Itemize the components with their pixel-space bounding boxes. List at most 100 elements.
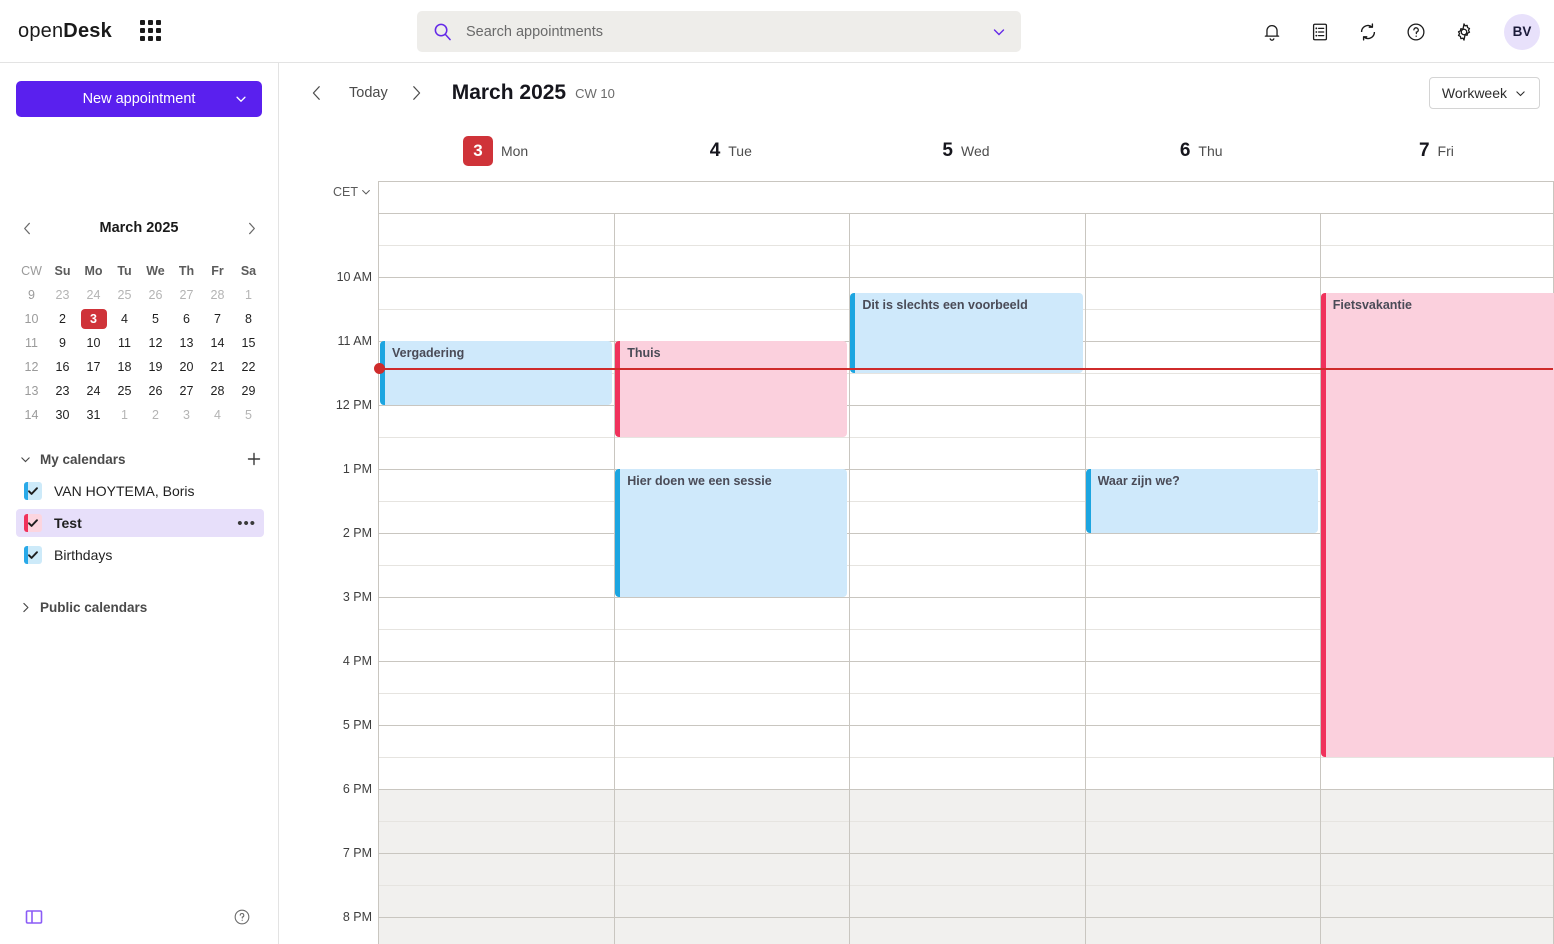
- day-header-thu[interactable]: 6 Thu: [1084, 123, 1319, 179]
- mini-calendar-day[interactable]: 16: [47, 355, 78, 379]
- toggle-sidebar-icon[interactable]: [24, 907, 44, 927]
- help-circle-icon[interactable]: [233, 908, 251, 926]
- mini-calendar-day[interactable]: 24: [78, 283, 109, 307]
- calendar-event[interactable]: Thuis: [615, 341, 848, 437]
- mini-calendar-day[interactable]: 28: [202, 379, 233, 403]
- calendar-event[interactable]: Fietsvakantie: [1320, 293, 1554, 757]
- day-header-mon[interactable]: 3 Mon: [378, 123, 613, 179]
- settings-icon[interactable]: [1452, 20, 1476, 44]
- mini-calendar-day[interactable]: 15: [233, 331, 264, 355]
- search-input[interactable]: [466, 23, 991, 40]
- mini-calendar-day[interactable]: 28: [202, 283, 233, 307]
- day-column[interactable]: [379, 213, 614, 944]
- public-calendars-header[interactable]: Public calendars: [16, 593, 264, 621]
- mini-calendar-day[interactable]: 23: [47, 379, 78, 403]
- mini-calendar-day[interactable]: 17: [78, 355, 109, 379]
- mini-calendar-week-number[interactable]: 10: [16, 307, 47, 331]
- mini-calendar-header-sa: Sa: [240, 264, 257, 278]
- mini-calendar-day[interactable]: 19: [140, 355, 171, 379]
- calendar-event[interactable]: Hier doen we een sessie: [615, 469, 848, 597]
- calendar-checkbox[interactable]: [24, 482, 42, 500]
- new-appointment-button[interactable]: New appointment: [16, 81, 262, 117]
- mini-calendar-day[interactable]: 5: [140, 307, 171, 331]
- mini-calendar-day[interactable]: 2: [47, 307, 78, 331]
- mini-calendar-day[interactable]: 20: [171, 355, 202, 379]
- mini-calendar-day[interactable]: 31: [78, 403, 109, 427]
- mini-calendar-week-number[interactable]: 11: [16, 331, 47, 355]
- calendar-list-item[interactable]: VAN HOYTEMA, Boris: [16, 477, 264, 505]
- mini-calendar-day[interactable]: 26: [140, 283, 171, 307]
- mini-calendar-day[interactable]: 3: [171, 403, 202, 427]
- view-selector[interactable]: Workweek: [1428, 77, 1540, 109]
- tasks-icon[interactable]: [1308, 20, 1332, 44]
- mini-calendar-week-number[interactable]: 9: [16, 283, 47, 307]
- mini-calendar-day[interactable]: 2: [140, 403, 171, 427]
- all-day-row[interactable]: [378, 181, 1554, 213]
- app-grid-icon[interactable]: [139, 20, 162, 42]
- mini-calendar-day[interactable]: 22: [233, 355, 264, 379]
- mini-calendar-day[interactable]: 25: [109, 283, 140, 307]
- mini-calendar-day[interactable]: 11: [109, 331, 140, 355]
- mini-calendar-day[interactable]: 25: [109, 379, 140, 403]
- calendar-checkbox[interactable]: [24, 546, 42, 564]
- mini-calendar-next-month[interactable]: [240, 217, 262, 239]
- mini-calendar-header-su: Su: [54, 264, 71, 278]
- calendar-event[interactable]: Vergadering: [380, 341, 613, 405]
- calendar-event[interactable]: Waar zijn we?: [1085, 469, 1318, 533]
- check-icon: [28, 487, 38, 495]
- help-icon[interactable]: [1404, 20, 1428, 44]
- top-bar-icons: BV: [1260, 0, 1540, 63]
- mini-calendar-week-number[interactable]: 13: [16, 379, 47, 403]
- day-name: Tue: [728, 143, 752, 159]
- mini-calendar-prev-month[interactable]: [16, 217, 38, 239]
- day-header-tue[interactable]: 4 Tue: [613, 123, 848, 179]
- mini-calendar-day[interactable]: 4: [109, 307, 140, 331]
- calendar-event[interactable]: Dit is slechts een voorbeeld: [850, 293, 1083, 373]
- calendar-list-item[interactable]: Test •••: [16, 509, 264, 537]
- next-week-button[interactable]: [402, 79, 430, 107]
- mini-calendar-day[interactable]: 24: [78, 379, 109, 403]
- mini-calendar-day[interactable]: 14: [202, 331, 233, 355]
- mini-calendar-day[interactable]: 29: [233, 379, 264, 403]
- day-header-fri[interactable]: 7 Fri: [1319, 123, 1554, 179]
- search-box[interactable]: [417, 11, 1021, 52]
- today-button[interactable]: Today: [343, 81, 394, 105]
- mini-calendar-day[interactable]: 27: [171, 283, 202, 307]
- mini-calendar-day[interactable]: 1: [233, 283, 264, 307]
- mini-calendar-day[interactable]: 10: [78, 331, 109, 355]
- calendar-checkbox[interactable]: [24, 514, 42, 532]
- mini-calendar-day[interactable]: 18: [109, 355, 140, 379]
- mini-calendar-day[interactable]: 4: [202, 403, 233, 427]
- calendar-list-item[interactable]: Birthdays: [16, 541, 264, 569]
- mini-calendar-week-number[interactable]: 12: [16, 355, 47, 379]
- more-options-icon[interactable]: •••: [237, 515, 256, 532]
- mini-calendar-day[interactable]: 12: [140, 331, 171, 355]
- app-logo[interactable]: openDesk: [18, 20, 112, 43]
- sync-icon[interactable]: [1356, 20, 1380, 44]
- mini-calendar-day[interactable]: 9: [47, 331, 78, 355]
- mini-calendar-day[interactable]: 26: [140, 379, 171, 403]
- time-label: 5 PM: [342, 718, 372, 732]
- mini-calendar-day[interactable]: 1: [109, 403, 140, 427]
- notifications-icon[interactable]: [1260, 20, 1284, 44]
- mini-calendar-day[interactable]: 8: [233, 307, 264, 331]
- mini-calendar-day[interactable]: 13: [171, 331, 202, 355]
- mini-calendar-day[interactable]: 27: [171, 379, 202, 403]
- mini-calendar-day[interactable]: 23: [47, 283, 78, 307]
- mini-calendar-day[interactable]: 21: [202, 355, 233, 379]
- mini-calendar-week-number[interactable]: 14: [16, 403, 47, 427]
- day-header-wed[interactable]: 5 Wed: [848, 123, 1083, 179]
- chevron-down-icon[interactable]: [991, 24, 1007, 40]
- mini-calendar-day[interactable]: 5: [233, 403, 264, 427]
- avatar[interactable]: BV: [1504, 13, 1540, 50]
- mini-calendar-day[interactable]: 30: [47, 403, 78, 427]
- event-title: Vergadering: [392, 346, 465, 360]
- plus-icon[interactable]: [244, 449, 264, 469]
- mini-calendar-day[interactable]: 7: [202, 307, 233, 331]
- mini-calendar-day[interactable]: 3: [78, 307, 109, 331]
- my-calendars-header[interactable]: My calendars: [16, 445, 264, 473]
- mini-calendar-day[interactable]: 6: [171, 307, 202, 331]
- previous-week-button[interactable]: [303, 79, 331, 107]
- timezone-label[interactable]: CET: [279, 185, 378, 199]
- day-column[interactable]: [1085, 213, 1320, 944]
